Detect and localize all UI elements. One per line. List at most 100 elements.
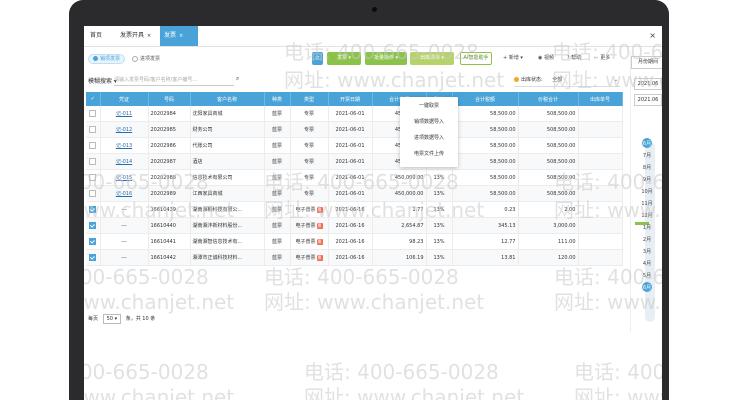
- help-button[interactable]: ? 帮助: [562, 52, 586, 65]
- more-button[interactable]: ⋯ 更多: [590, 52, 614, 65]
- month-item[interactable]: 6月: [631, 284, 662, 291]
- month-item[interactable]: 9月: [631, 176, 662, 183]
- month-item[interactable]: 4月: [631, 260, 662, 267]
- table-row[interactable]: --- 16610439 湖南湘桐科技有限公... 蓝票 电子普票票 2021-06-16…: [86, 201, 623, 218]
- row-select-cell[interactable]: [86, 137, 101, 154]
- month-item[interactable]: 10月: [631, 188, 662, 195]
- col-header-total[interactable]: 价税合计: [518, 92, 579, 106]
- voucher-cell[interactable]: ---: [100, 201, 149, 218]
- tab-home[interactable]: 首页: [86, 26, 106, 46]
- table-row[interactable]: --- 16610442 湘潭市正诚科技材料... 蓝票 电子普票票 2021-06-16…: [86, 249, 623, 266]
- tab-invoice[interactable]: 发票 ×: [160, 26, 198, 46]
- table-row[interactable]: 记-01320202986代账公司蓝票专票2021-06-01450,000.0…: [86, 137, 623, 154]
- voucher-link[interactable]: ---: [121, 239, 126, 245]
- row-checkbox[interactable]: [89, 110, 97, 117]
- close-icon[interactable]: ×: [147, 33, 151, 39]
- table-row[interactable]: 记-01420202987酒店蓝票专票2021-06-01450,000.001…: [86, 153, 623, 170]
- col-header-date[interactable]: 开票日期: [328, 92, 373, 106]
- month-item[interactable]: 1月: [631, 224, 662, 231]
- month-item[interactable]: 2月: [631, 236, 662, 243]
- month-item[interactable]: 8月: [631, 164, 662, 171]
- month-item[interactable]: 11月: [631, 200, 662, 207]
- col-header-type[interactable]: 类型: [290, 92, 329, 106]
- voucher-cell[interactable]: ---: [100, 217, 149, 234]
- row-checkbox[interactable]: [89, 190, 97, 197]
- row-select-cell[interactable]: [86, 169, 101, 186]
- video-button[interactable]: ◉ 视频: [534, 52, 558, 65]
- voucher-cell[interactable]: ---: [100, 233, 149, 250]
- col-header-select[interactable]: ✓: [86, 92, 101, 106]
- voucher-link[interactable]: 记-011: [116, 111, 132, 117]
- table-row[interactable]: 记-016 20202989 江西家具商城 蓝票 专票 2021-06-01 450,000…: [86, 185, 623, 202]
- row-checkbox[interactable]: [89, 142, 97, 149]
- row-select-cell[interactable]: [86, 201, 101, 218]
- voucher-cell[interactable]: 记-012: [100, 121, 149, 138]
- search-input[interactable]: 请输入发票号码/客户名称/客户编号...: [114, 75, 234, 86]
- row-checkbox[interactable]: [89, 158, 97, 165]
- page-size-select[interactable]: 50 ▾: [102, 314, 122, 324]
- row-select-cell[interactable]: [86, 185, 101, 202]
- table-row[interactable]: --- 16610440 湖南湘沣新材料股份... 蓝票 电子普票票 2021-06-16…: [86, 217, 623, 234]
- export-list-button[interactable]: 出库清单 ▾: [410, 52, 454, 65]
- voucher-link[interactable]: 记-015: [116, 175, 132, 181]
- batch-button[interactable]: 批量操作 ▾: [365, 52, 407, 65]
- voucher-link[interactable]: ---: [121, 207, 126, 213]
- window-close-icon[interactable]: ×: [649, 31, 656, 40]
- tab-sales-invoice[interactable]: 销项发票: [88, 54, 126, 64]
- voucher-link[interactable]: 记-012: [116, 127, 132, 133]
- menu-item-fetch[interactable]: 一键取票: [400, 100, 458, 113]
- voucher-cell[interactable]: 记-013: [100, 137, 149, 154]
- table-row[interactable]: 记-01220202985财务公司蓝票专票2021-06-01450,000.0…: [86, 121, 623, 138]
- import-button[interactable]: 发票 ▾: [327, 52, 361, 65]
- voucher-link[interactable]: 记-016: [116, 191, 132, 197]
- row-checkbox[interactable]: [89, 254, 97, 261]
- close-icon[interactable]: ×: [179, 33, 183, 39]
- add-button[interactable]: + 新增 ▾: [500, 52, 526, 65]
- period-start[interactable]: 2021.06: [634, 78, 662, 90]
- tab-invoice-issue[interactable]: 发票开具 ×: [116, 26, 155, 46]
- month-item[interactable]: 12月: [631, 212, 662, 219]
- col-header-customer[interactable]: 客户名称: [190, 92, 265, 106]
- voucher-cell[interactable]: 记-015: [100, 169, 149, 186]
- search-mode-select[interactable]: 模糊搜索 ▾: [88, 76, 117, 85]
- stock-status-filter[interactable]: 出库状态: 全部 ⌄: [514, 74, 620, 87]
- tab-purchase-invoice[interactable]: 进项发票: [128, 54, 164, 64]
- voucher-cell[interactable]: ---: [100, 249, 149, 266]
- refresh-icon[interactable]: ⟳: [312, 52, 323, 65]
- month-item[interactable]: 3月: [631, 248, 662, 255]
- voucher-link[interactable]: ---: [121, 223, 126, 229]
- month-item[interactable]: 5月: [631, 272, 662, 279]
- voucher-link[interactable]: ---: [121, 255, 126, 261]
- col-header-voucher[interactable]: 凭证: [100, 92, 149, 106]
- menu-item-file-upload[interactable]: 电票文件上传: [400, 148, 458, 161]
- month-item[interactable]: 6月: [631, 140, 662, 147]
- period-end[interactable]: 2021.06: [634, 94, 662, 106]
- row-checkbox[interactable]: [89, 126, 97, 133]
- menu-item-purchase-import[interactable]: 进项数据导入: [400, 132, 458, 145]
- voucher-cell[interactable]: 记-011: [100, 106, 149, 122]
- col-header-kind[interactable]: 种类: [264, 92, 291, 106]
- voucher-link[interactable]: 记-013: [116, 143, 132, 149]
- voucher-cell[interactable]: 记-016: [100, 185, 149, 202]
- row-select-cell[interactable]: [86, 153, 101, 170]
- col-header-stock-no[interactable]: 出库单号: [578, 92, 623, 106]
- row-checkbox[interactable]: [89, 238, 97, 245]
- table-row[interactable]: 记-01120202984沈阳家具商城蓝票专票2021-06-01450,000…: [86, 106, 623, 122]
- menu-item-sales-import[interactable]: 销项数据导入: [400, 116, 458, 129]
- row-select-cell[interactable]: [86, 106, 101, 122]
- month-item[interactable]: 7月: [631, 152, 662, 159]
- row-checkbox[interactable]: [89, 206, 97, 213]
- row-select-cell[interactable]: [86, 249, 101, 266]
- voucher-cell[interactable]: 记-014: [100, 153, 149, 170]
- row-select-cell[interactable]: [86, 121, 101, 138]
- col-header-number[interactable]: 号码: [148, 92, 191, 106]
- ai-assistant-button[interactable]: AI智能助手: [460, 52, 492, 65]
- table-row[interactable]: 记-015 20202988 信息技术有限公司 蓝票 专票 2021-06-01 450,0…: [86, 169, 623, 186]
- voucher-link[interactable]: 记-014: [116, 159, 132, 165]
- search-icon[interactable]: ⌕: [236, 75, 239, 83]
- row-checkbox[interactable]: [89, 174, 97, 181]
- row-select-cell[interactable]: [86, 217, 101, 234]
- col-header-tax[interactable]: 合计税额: [452, 92, 519, 106]
- row-checkbox[interactable]: [89, 222, 97, 229]
- row-select-cell[interactable]: [86, 233, 101, 250]
